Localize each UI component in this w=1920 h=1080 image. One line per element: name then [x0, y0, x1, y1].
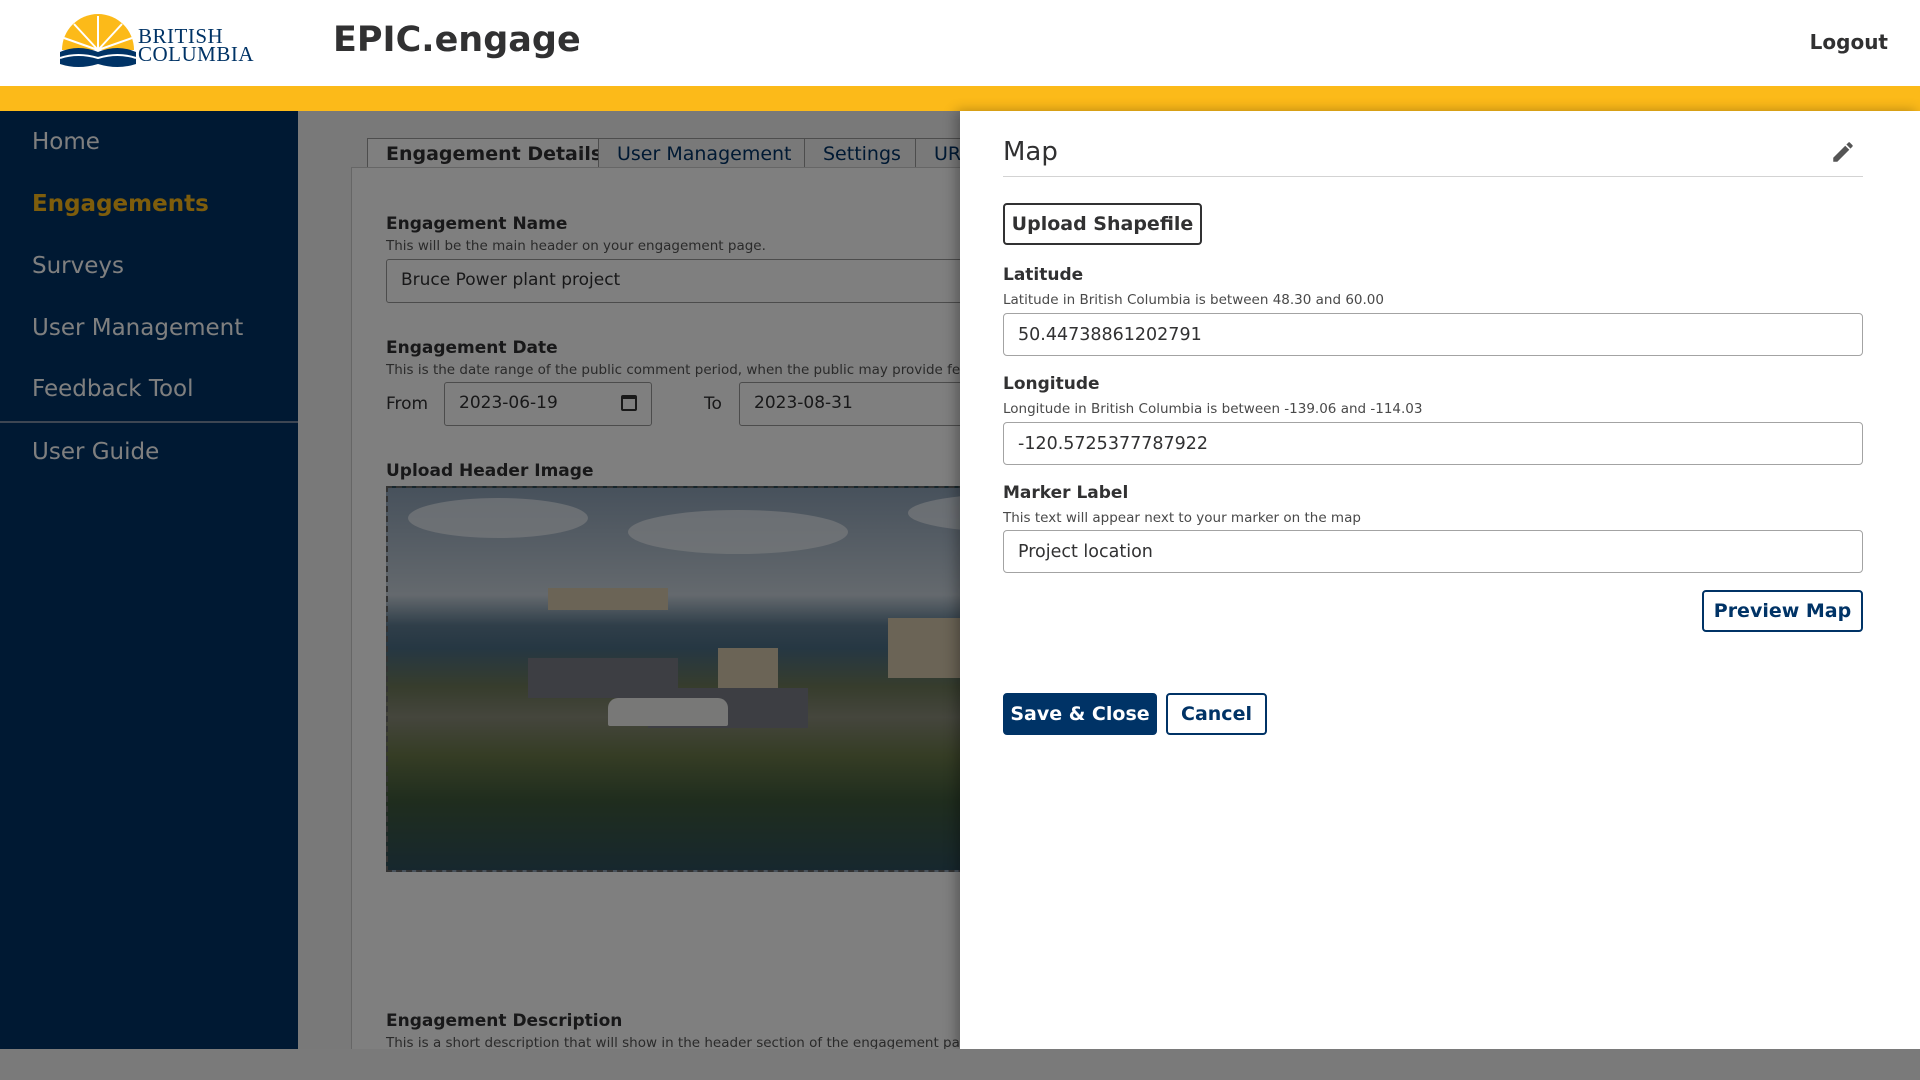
marker-label-input[interactable] — [1003, 530, 1863, 573]
sidebar-item-surveys[interactable]: Surveys — [32, 253, 124, 279]
upload-shapefile-button[interactable]: Upload Shapefile — [1003, 203, 1202, 245]
latitude-label: Latitude — [1003, 265, 1084, 285]
logout-button[interactable]: Logout — [1810, 30, 1888, 54]
date-to-value: 2023-08-31 — [754, 393, 853, 413]
page-bottom-strip — [0, 1049, 1920, 1080]
marker-label-label: Marker Label — [1003, 483, 1129, 503]
date-from-label: From — [386, 394, 429, 414]
image-dome — [608, 698, 728, 726]
tab-settings[interactable]: Settings — [804, 138, 916, 168]
sidebar-divider — [0, 421, 298, 423]
save-close-button[interactable]: Save & Close — [1003, 693, 1157, 735]
latitude-help: Latitude in British Columbia is between … — [1003, 292, 1384, 308]
app-header: BRITISH COLUMBIA EPIC.engage Logout — [0, 0, 1920, 86]
pencil-edit-icon[interactable] — [1830, 139, 1856, 165]
longitude-label: Longitude — [1003, 374, 1100, 394]
calendar-icon[interactable] — [621, 395, 637, 411]
bc-sun-logo[interactable]: BRITISH COLUMBIA — [58, 14, 254, 70]
tab-engagement-details[interactable]: Engagement Details — [367, 138, 602, 168]
latitude-input[interactable] — [1003, 313, 1863, 356]
engagement-date-label: Engagement Date — [386, 338, 558, 358]
header-image-label: Upload Header Image — [386, 461, 594, 481]
image-cloud — [628, 510, 848, 554]
date-from-value: 2023-06-19 — [459, 393, 558, 413]
image-building — [718, 648, 778, 688]
sidebar-item-user-management[interactable]: User Management — [32, 315, 243, 341]
date-to-label: To — [704, 394, 722, 414]
sidebar-item-engagements[interactable]: Engagements — [32, 191, 209, 217]
sidebar: Home Engagements Surveys User Management… — [0, 111, 298, 1049]
sidebar-item-feedback-tool[interactable]: Feedback Tool — [32, 376, 194, 402]
preview-map-button[interactable]: Preview Map — [1702, 590, 1863, 632]
engagement-name-help: This will be the main header on your eng… — [386, 238, 766, 254]
cancel-button[interactable]: Cancel — [1166, 693, 1267, 735]
brand-accent-bar — [0, 86, 1920, 111]
bc-sun-logo-icon — [59, 14, 137, 67]
drawer-title: Map — [1003, 137, 1058, 167]
marker-label-help: This text will appear next to your marke… — [1003, 510, 1361, 526]
logo-text-line2: COLUMBIA — [138, 42, 255, 66]
longitude-help: Longitude in British Columbia is between… — [1003, 401, 1423, 417]
sidebar-item-user-guide[interactable]: User Guide — [32, 439, 159, 465]
engagement-date-help: This is the date range of the public com… — [386, 362, 986, 378]
date-from-input[interactable]: 2023-06-19 — [444, 382, 652, 426]
description-label: Engagement Description — [386, 1011, 623, 1031]
tab-user-management[interactable]: User Management — [598, 138, 805, 168]
map-drawer: Map Upload Shapefile Latitude Latitude i… — [960, 111, 1920, 1049]
image-building — [548, 588, 668, 610]
longitude-input[interactable] — [1003, 422, 1863, 465]
image-cloud — [408, 498, 588, 538]
drawer-divider — [1003, 176, 1863, 177]
app-title: EPIC.engage — [333, 20, 581, 60]
engagement-name-label: Engagement Name — [386, 214, 568, 234]
sidebar-item-home[interactable]: Home — [32, 129, 100, 155]
